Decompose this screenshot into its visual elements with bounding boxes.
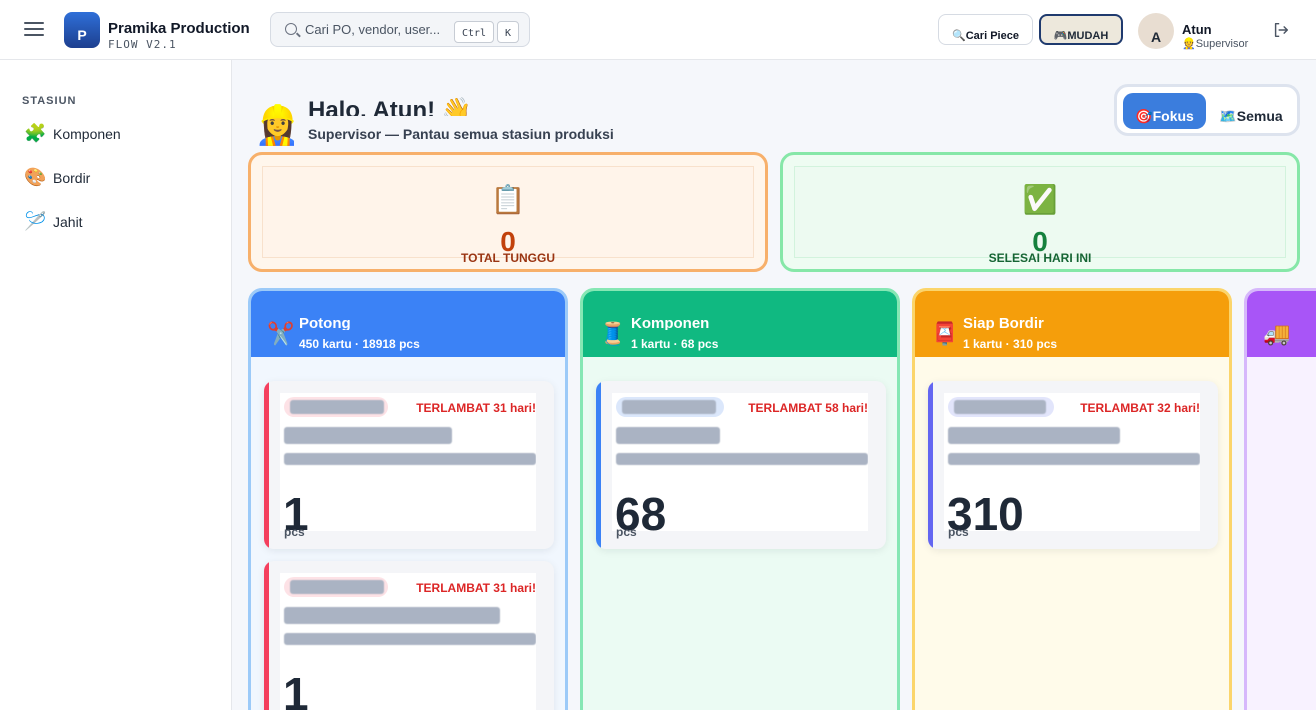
top-bar: P Pramika Production FLOW V2.1 Ctrl K 🔍C… bbox=[0, 0, 1316, 60]
item-name-redacted bbox=[616, 427, 720, 444]
sidebar: STASIUN 🧩 Komponen 🎨 Bordir 🪡 Jahit bbox=[0, 60, 232, 710]
late-badge: TERLAMBAT 31 hari! bbox=[416, 581, 536, 595]
sidebar-item-komponen[interactable]: 🧩 Komponen bbox=[22, 119, 212, 149]
quantity-unit: pcs bbox=[284, 525, 305, 539]
scissors-icon: ✂️ bbox=[267, 321, 295, 346]
station-column-siap-bordir: 📮 Siap Bordir 1 kartu · 310 pcs TERLAMBA… bbox=[912, 288, 1232, 710]
column-title: Komponen bbox=[631, 315, 710, 330]
page-title: Halo, Atun! 👋 bbox=[308, 97, 472, 116]
menu-icon[interactable] bbox=[24, 20, 44, 38]
job-card[interactable]: TERLAMBAT 58 hari! 68 pcs bbox=[596, 381, 886, 549]
sidebar-item-label: Jahit bbox=[53, 214, 83, 230]
column-title: Siap Bordir bbox=[963, 315, 1044, 330]
sidebar-item-bordir[interactable]: 🎨 Bordir bbox=[22, 163, 212, 193]
item-detail-redacted bbox=[616, 453, 868, 465]
item-name-redacted bbox=[284, 607, 500, 624]
item-detail-redacted bbox=[284, 633, 536, 645]
column-header: 🚚 bbox=[1247, 291, 1316, 357]
needle-icon: 🪡 bbox=[24, 211, 47, 231]
job-card[interactable]: TERLAMBAT 31 hari! 1 pcs bbox=[264, 381, 554, 549]
logout-icon[interactable] bbox=[1272, 21, 1290, 39]
station-column-komponen: 🧵 Komponen 1 kartu · 68 pcs TERLAMBAT 58… bbox=[580, 288, 900, 710]
sidebar-heading: STASIUN bbox=[22, 95, 77, 107]
item-name-redacted bbox=[284, 427, 452, 444]
user-role: 👷Supervisor bbox=[1182, 38, 1249, 50]
app-logo: P bbox=[64, 12, 100, 48]
view-toggle: 🎯Fokus 🗺️Semua bbox=[1114, 84, 1300, 136]
easy-mode-button[interactable]: 🎮MUDAH bbox=[1039, 14, 1123, 45]
puzzle-icon: 🧩 bbox=[24, 123, 47, 143]
quantity-value: 1 bbox=[283, 668, 309, 710]
page-subtitle: Supervisor — Pantau semua stasiun produk… bbox=[308, 126, 614, 142]
column-meta: 1 kartu · 310 pcs bbox=[963, 337, 1058, 351]
mailbox-icon: 📮 bbox=[931, 321, 959, 346]
user-name: Atun bbox=[1182, 22, 1212, 37]
brand-title: Pramika Production bbox=[108, 20, 250, 37]
worker-icon: 👷‍♀️ bbox=[254, 105, 294, 147]
station-column-next: 🚚 bbox=[1244, 288, 1316, 710]
job-card[interactable]: TERLAMBAT 32 hari! 310 pcs bbox=[928, 381, 1218, 549]
column-meta: 1 kartu · 68 pcs bbox=[631, 337, 719, 351]
late-badge: TERLAMBAT 58 hari! bbox=[748, 401, 868, 415]
check-icon: ✅ bbox=[1022, 184, 1058, 215]
sidebar-item-jahit[interactable]: 🪡 Jahit bbox=[22, 207, 212, 237]
sidebar-item-label: Bordir bbox=[53, 170, 91, 186]
brand-version: FLOW V2.1 bbox=[108, 38, 177, 51]
item-detail-redacted bbox=[948, 453, 1200, 465]
avatar[interactable]: A bbox=[1138, 13, 1174, 49]
column-meta: 450 kartu · 18918 pcs bbox=[299, 337, 420, 351]
shortcut-k-key: K bbox=[497, 21, 519, 43]
column-header: 📮 Siap Bordir 1 kartu · 310 pcs bbox=[915, 291, 1229, 357]
stat-total-waiting: 📋 0 TOTAL TUNGGU bbox=[248, 152, 768, 272]
palette-icon: 🎨 bbox=[24, 167, 47, 187]
find-piece-button[interactable]: 🔍Cari Piece bbox=[938, 14, 1033, 45]
quantity-unit: pcs bbox=[616, 525, 637, 539]
global-search[interactable]: Ctrl K bbox=[270, 12, 530, 47]
shortcut-ctrl-key: Ctrl bbox=[454, 21, 494, 43]
job-card[interactable]: TERLAMBAT 31 hari! 1 bbox=[264, 561, 554, 710]
column-title: Potong bbox=[299, 315, 351, 330]
sidebar-item-label: Komponen bbox=[53, 126, 121, 142]
stat-done-today: ✅ 0 SELESAI HARI INI bbox=[780, 152, 1300, 272]
column-header: ✂️ Potong 450 kartu · 18918 pcs bbox=[251, 291, 565, 357]
stat-label: TOTAL TUNGGU bbox=[461, 251, 555, 265]
thread-icon: 🧵 bbox=[599, 321, 627, 346]
all-view-button[interactable]: 🗺️Semua bbox=[1213, 93, 1289, 129]
quantity-unit: pcs bbox=[948, 525, 969, 539]
station-column-potong: ✂️ Potong 450 kartu · 18918 pcs TERLAMBA… bbox=[248, 288, 568, 710]
item-detail-redacted bbox=[284, 453, 536, 465]
column-header: 🧵 Komponen 1 kartu · 68 pcs bbox=[583, 291, 897, 357]
stat-label: SELESAI HARI INI bbox=[988, 251, 1092, 265]
clipboard-icon: 📋 bbox=[490, 184, 526, 215]
search-icon bbox=[285, 23, 297, 35]
search-input[interactable] bbox=[305, 22, 451, 37]
late-badge: TERLAMBAT 31 hari! bbox=[416, 401, 536, 415]
late-badge: TERLAMBAT 32 hari! bbox=[1080, 401, 1200, 415]
truck-icon: 🚚 bbox=[1263, 321, 1291, 346]
item-name-redacted bbox=[948, 427, 1120, 444]
focus-view-button[interactable]: 🎯Fokus bbox=[1123, 93, 1206, 129]
